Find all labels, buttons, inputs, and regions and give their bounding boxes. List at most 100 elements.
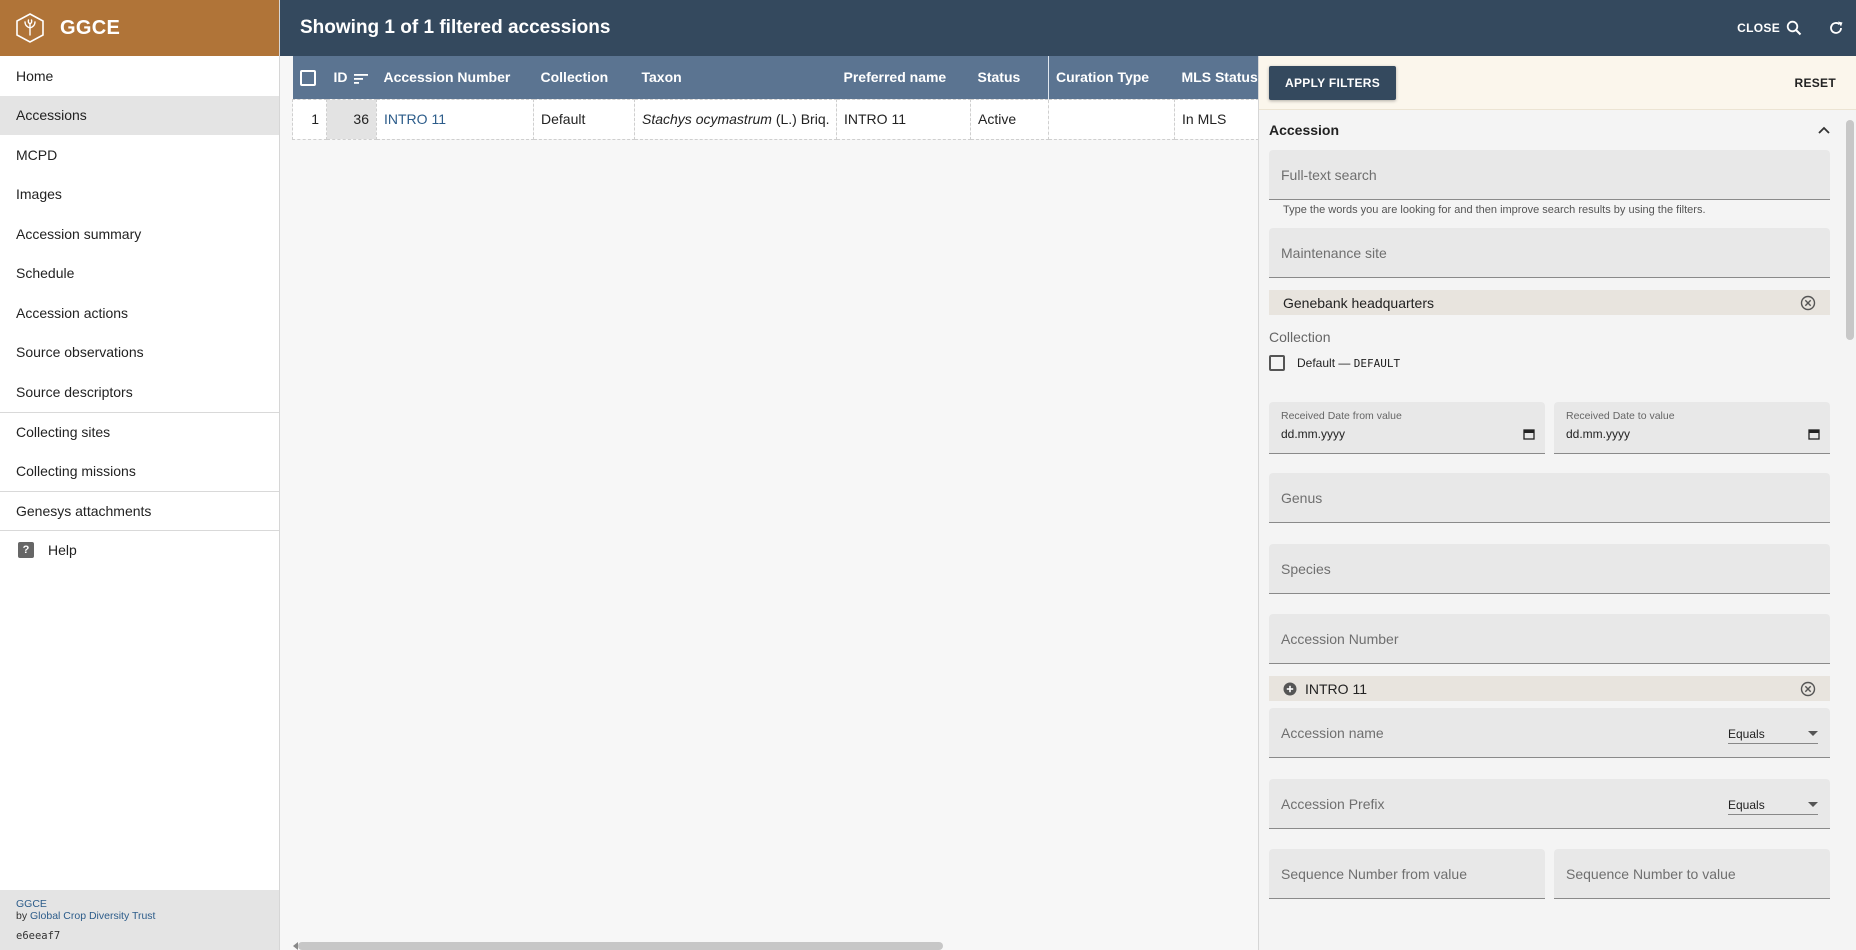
sidebar-item-schedule[interactable]: Schedule	[0, 254, 279, 294]
sidebar-item-mcpd[interactable]: MCPD	[0, 135, 279, 175]
column-header-status[interactable]: Status	[970, 56, 1049, 99]
remove-chip-icon[interactable]	[1800, 681, 1816, 697]
sequence-from-placeholder: Sequence Number from value	[1281, 865, 1467, 882]
accession-number-chip: INTRO 11	[1269, 676, 1830, 701]
accession-name-placeholder: Accession name	[1281, 724, 1384, 741]
row-id: 36	[326, 98, 377, 140]
sidebar-item-home[interactable]: Home	[0, 56, 279, 96]
column-header-mls-status[interactable]: MLS Status	[1174, 56, 1259, 99]
accessions-table-wrap: ID Accession Number Collection Taxon Pre…	[292, 56, 1259, 140]
column-header-taxon[interactable]: Taxon	[634, 56, 837, 99]
reset-filters-button[interactable]: RESET	[1784, 76, 1846, 90]
sidebar-item-collecting-sites[interactable]: Collecting sites	[0, 411, 279, 452]
species-input[interactable]: Species	[1269, 544, 1830, 594]
species-placeholder: Species	[1281, 560, 1331, 577]
received-date-from-field[interactable]: Received Date from value dd.mm.yyyy	[1269, 402, 1545, 454]
column-header-curation-type[interactable]: Curation Type	[1048, 56, 1175, 99]
row-mls-status: In MLS	[1174, 98, 1259, 140]
maintenance-site-chip-label: Genebank headquarters	[1283, 294, 1434, 311]
select-all-checkbox[interactable]	[299, 69, 316, 86]
sidebar-item-source-observations[interactable]: Source observations	[0, 333, 279, 373]
fulltext-search-input[interactable]: Full-text search	[1269, 150, 1830, 200]
help-icon: ?	[18, 542, 34, 559]
horizontal-scrollbar[interactable]	[298, 942, 943, 950]
collection-option-default[interactable]: Default — DEFAULT	[1269, 351, 1830, 375]
collection-checkbox[interactable]	[1269, 355, 1285, 371]
collection-option-name: Default	[1297, 356, 1336, 370]
accession-number-input[interactable]: Accession Number	[1269, 614, 1830, 664]
collection-option-code: DEFAULT	[1353, 356, 1401, 370]
sidebar-item-accessions[interactable]: Accessions	[0, 95, 279, 135]
accession-prefix-operator-select[interactable]: Equals	[1728, 795, 1818, 815]
maintenance-site-chip: Genebank headquarters	[1269, 290, 1830, 315]
table-row[interactable]: 1 36 INTRO 11 Default Stachys ocymastrum…	[292, 98, 1259, 140]
received-date-from-label: Received Date from value	[1281, 410, 1402, 422]
column-header-id[interactable]: ID	[326, 56, 377, 99]
footer-by: by	[16, 910, 28, 922]
sequence-number-to-input[interactable]: Sequence Number to value	[1554, 849, 1830, 899]
remove-chip-icon[interactable]	[1800, 295, 1816, 311]
sidebar-nav: Home Accessions MCPD Images Accession su…	[0, 56, 279, 570]
received-date-from-value: dd.mm.yyyy	[1281, 427, 1346, 441]
vertical-scrollbar[interactable]	[1846, 120, 1854, 340]
accession-name-input[interactable]: Accession name Equals	[1269, 708, 1830, 758]
apply-filters-button[interactable]: APPLY FILTERS	[1269, 65, 1397, 100]
sidebar-item-accession-summary[interactable]: Accession summary	[0, 214, 279, 254]
sidebar-item-help[interactable]: ? Help	[0, 530, 279, 570]
ggce-logo-icon	[16, 13, 44, 43]
row-index: 1	[292, 98, 327, 140]
filter-panel-body: Accession Full-text search Type the word…	[1259, 110, 1856, 899]
accession-number-link[interactable]: INTRO 11	[384, 111, 446, 127]
page-title: Showing 1 of 1 filtered accessions	[300, 17, 611, 38]
sequence-number-from-input[interactable]: Sequence Number from value	[1269, 849, 1545, 899]
fulltext-helper-text: Type the words you are looking for and t…	[1283, 204, 1706, 216]
accession-number-chip-label: INTRO 11	[1305, 680, 1367, 697]
footer-app-link[interactable]: GGCE	[16, 898, 47, 910]
accession-name-operator-select[interactable]: Equals	[1728, 724, 1818, 744]
plus-circle-icon[interactable]	[1283, 682, 1297, 696]
sidebar-item-accession-actions[interactable]: Accession actions	[0, 293, 279, 333]
row-curation-type	[1048, 98, 1175, 140]
sidebar-item-images[interactable]: Images	[0, 175, 279, 215]
accession-name-operator-value: Equals	[1728, 726, 1765, 741]
column-header-preferred-name[interactable]: Preferred name	[836, 56, 971, 99]
accessions-table: ID Accession Number Collection Taxon Pre…	[292, 56, 1259, 140]
column-header-accession-number[interactable]: Accession Number	[376, 56, 534, 99]
refresh-icon[interactable]	[1828, 20, 1844, 36]
accession-prefix-operator-value: Equals	[1728, 797, 1765, 812]
sequence-number-row: Sequence Number from value Sequence Numb…	[1269, 849, 1830, 899]
chevron-down-icon	[1808, 731, 1818, 736]
close-filters-button[interactable]: CLOSE	[1737, 20, 1802, 36]
received-date-to-field[interactable]: Received Date to value dd.mm.yyyy	[1554, 402, 1830, 454]
accession-prefix-placeholder: Accession Prefix	[1281, 795, 1385, 812]
genus-input[interactable]: Genus	[1269, 473, 1830, 523]
taxon-name: Stachys ocymastrum	[642, 111, 772, 127]
footer-version-hash: e6eeaf7	[16, 930, 61, 942]
close-filters-label: CLOSE	[1737, 21, 1780, 35]
brand-header[interactable]: GGCE	[0, 0, 279, 56]
received-date-to-label: Received Date to value	[1566, 410, 1675, 422]
accession-number-placeholder: Accession Number	[1281, 630, 1399, 647]
calendar-icon[interactable]	[1523, 428, 1535, 440]
sidebar-item-source-descriptors[interactable]: Source descriptors	[0, 372, 279, 412]
row-preferred-name: INTRO 11	[836, 98, 971, 140]
received-date-row: Received Date from value dd.mm.yyyy Rece…	[1269, 402, 1830, 454]
sidebar-item-genesys-attachments[interactable]: Genesys attachments	[0, 490, 279, 531]
section-header-accession[interactable]: Accession	[1269, 110, 1830, 150]
column-header-collection[interactable]: Collection	[533, 56, 635, 99]
footer-org-link[interactable]: Global Crop Diversity Trust	[30, 910, 155, 922]
select-all-cell[interactable]	[292, 56, 327, 99]
column-header-id-label: ID	[333, 69, 348, 86]
chevron-up-icon[interactable]	[1818, 126, 1830, 134]
maintenance-site-input[interactable]: Maintenance site	[1269, 228, 1830, 278]
calendar-icon[interactable]	[1808, 428, 1820, 440]
sidebar-item-collecting-missions[interactable]: Collecting missions	[0, 451, 279, 491]
sort-icon[interactable]	[353, 73, 368, 84]
accession-prefix-input[interactable]: Accession Prefix Equals	[1269, 779, 1830, 829]
received-date-to-value: dd.mm.yyyy	[1566, 427, 1631, 441]
search-icon	[1786, 20, 1802, 36]
